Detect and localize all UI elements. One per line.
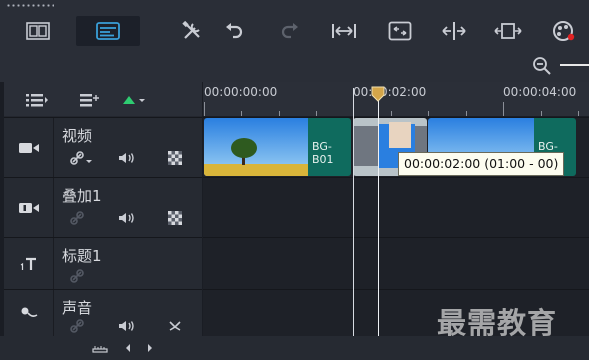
link-icon[interactable] (70, 318, 84, 337)
scroll-right-icon[interactable] (146, 342, 154, 354)
speaker-icon[interactable] (118, 150, 136, 169)
color-button[interactable] (548, 16, 580, 46)
speaker-icon[interactable] (118, 210, 136, 229)
redo-button[interactable] (274, 16, 306, 46)
track-manager-icon[interactable] (26, 93, 48, 107)
trim-clip-button[interactable] (384, 16, 416, 46)
playhead-handle-icon[interactable] (371, 86, 385, 102)
checkerboard-icon[interactable] (168, 150, 182, 169)
clip-thumbnail (204, 118, 308, 176)
timeline-scale-icon[interactable] (92, 342, 108, 354)
expand-icon (494, 23, 522, 39)
link-icon[interactable] (70, 150, 92, 169)
lane-title[interactable] (203, 237, 589, 289)
redo-icon (281, 23, 298, 39)
clip-label: BG-B01 (308, 140, 351, 166)
undo-icon (226, 23, 243, 39)
link-icon[interactable] (70, 210, 84, 229)
zoom-out-icon[interactable] (532, 56, 552, 76)
checkerboard-icon[interactable] (168, 210, 182, 229)
fit-width-icon (332, 24, 356, 38)
microphone-icon (21, 307, 37, 317)
expand-button[interactable] (492, 16, 524, 46)
lane-overlay[interactable] (203, 177, 589, 237)
track-type-overlay (4, 178, 54, 237)
track-name: 标题1 (62, 247, 102, 265)
drag-grip[interactable] (6, 4, 54, 7)
timecode-tooltip: 00:00:02:00 (01:00 - 00) (398, 152, 565, 176)
trim-icon (388, 21, 412, 41)
undo-button[interactable] (218, 16, 250, 46)
ruler-tick-label: 00:00:00:00 (204, 85, 278, 99)
video-clip[interactable]: BG-B01 (204, 118, 351, 176)
track-header-title[interactable]: 标题1 (4, 237, 202, 289)
expand-arrows-icon[interactable] (168, 318, 182, 337)
zoom-bar (0, 48, 589, 82)
playhead-line[interactable] (378, 88, 379, 336)
scroll-left-icon[interactable] (124, 342, 132, 354)
video-camera-icon (18, 142, 39, 153)
insert-track-icon[interactable] (80, 93, 100, 107)
tools-button[interactable] (176, 16, 208, 46)
track-type-title (4, 238, 54, 289)
overlay-1-icon (18, 202, 39, 213)
tools-icon (182, 20, 200, 39)
mark-in-line (353, 88, 354, 336)
track-manager-bar (4, 82, 202, 116)
film-strip-icon (26, 22, 50, 40)
main-toolbar (0, 0, 589, 48)
timeline-view-icon (96, 22, 120, 40)
add-track-icon[interactable] (122, 94, 146, 106)
track-name: 叠加1 (62, 187, 102, 205)
time-ruler[interactable]: 00:00:00:00 00:00:02:00 00:00:04:00 (203, 82, 589, 116)
fit-project-button[interactable] (328, 16, 360, 46)
zoom-slider[interactable] (560, 64, 589, 66)
timeline-view-button[interactable] (76, 16, 140, 46)
track-name: 视频 (62, 127, 93, 145)
track-header-video[interactable]: 视频 (4, 117, 202, 177)
ruler-tick-label: 00:00:02:00 (353, 85, 427, 99)
watermark-text: 最需教育 (437, 306, 558, 340)
track-name: 声音 (62, 299, 93, 317)
palette-icon (553, 21, 575, 41)
track-header-overlay[interactable]: 叠加1 (4, 177, 202, 237)
track-type-video (4, 118, 54, 177)
track-type-voice (4, 290, 54, 336)
speaker-icon[interactable] (118, 318, 136, 337)
track-header-voice[interactable]: 声音 (4, 289, 202, 336)
link-icon[interactable] (70, 268, 84, 287)
split-icon (442, 22, 466, 40)
ruler-tick-label: 00:00:04:00 (503, 85, 577, 99)
storyboard-view-button[interactable] (22, 16, 54, 46)
title-icon (20, 257, 36, 270)
split-button[interactable] (438, 16, 470, 46)
